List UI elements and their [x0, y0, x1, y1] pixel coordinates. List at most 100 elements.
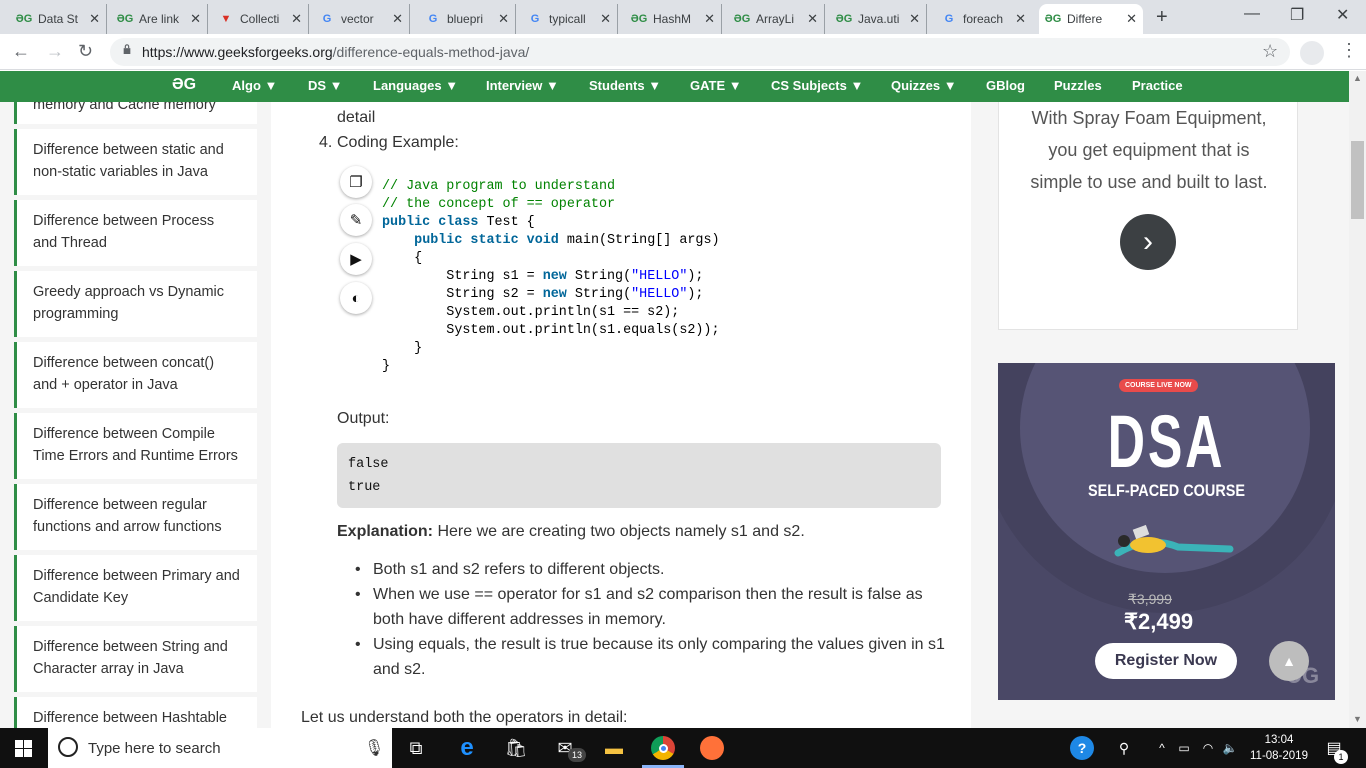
browser-tab[interactable]: ▼ Collecti ✕	[212, 4, 309, 34]
notification-badge: 1	[1334, 750, 1348, 764]
new-tab-button[interactable]: +	[1156, 6, 1168, 29]
sidebar-item[interactable]: Difference between static and non-static…	[14, 129, 257, 195]
close-icon[interactable]: ✕	[392, 11, 403, 27]
browser-tab[interactable]: Gtypicall ✕	[521, 4, 618, 34]
browser-tab[interactable]: ƏG ArrayLi ✕	[728, 4, 825, 34]
sidebar-item-label: Difference between regular functions and…	[33, 497, 222, 535]
browser-tab[interactable]: ƏG Java.uti ✕	[830, 4, 927, 34]
chevron-up-icon[interactable]: ^	[1150, 736, 1174, 760]
reload-icon[interactable]: ↻	[78, 41, 93, 62]
scroll-up-icon[interactable]: ▲	[1353, 73, 1362, 83]
browser-toolbar: ← → ↻ https://www.geeksforgeeks.org/diff…	[0, 34, 1366, 70]
tab-title: vector	[341, 12, 374, 26]
close-icon[interactable]: ✕	[909, 11, 920, 27]
browser-tab[interactable]: ƏG Are link ✕	[111, 4, 208, 34]
close-icon[interactable]: ✕	[704, 11, 715, 27]
wifi-icon[interactable]: ◠	[1196, 736, 1220, 760]
back-to-top-button[interactable]: ▲	[1269, 641, 1309, 681]
gfg-logo[interactable]: ƏG	[172, 76, 196, 94]
sidebar-item[interactable]: Difference between Hashtable	[14, 697, 257, 728]
browser-tab[interactable]: ƏG Data St ✕	[10, 4, 107, 34]
nav-item-gate[interactable]: GATE ▼	[690, 78, 742, 93]
edit-icon[interactable]: ✎	[340, 204, 372, 236]
taskbar-search[interactable]: Type here to search 🎙	[48, 728, 392, 768]
sidebar-item[interactable]: Difference between Primary and Candidate…	[14, 555, 257, 621]
theme-toggle-icon[interactable]: ◐	[340, 282, 372, 314]
explanation-list: Both s1 and s2 refers to different objec…	[337, 557, 947, 682]
code-text: // Java program to understand // the conc…	[382, 178, 720, 376]
microphone-icon[interactable]: 🎙	[364, 738, 384, 758]
copy-icon[interactable]: ❐	[340, 166, 372, 198]
scroll-thumb[interactable]	[1351, 141, 1364, 219]
nav-item-algo[interactable]: Algo ▼	[232, 78, 277, 93]
sidebar-item[interactable]: Difference between regular functions and…	[14, 484, 257, 550]
close-icon[interactable]: ✕	[1015, 11, 1026, 27]
close-icon[interactable]: ✕	[600, 11, 611, 27]
sidebar-item[interactable]: Difference between concat() and + operat…	[14, 342, 257, 408]
ad-text: With Spray Foam Equipment, you get equip…	[1030, 108, 1268, 192]
nav-item-quizzes[interactable]: Quizzes ▼	[891, 78, 957, 93]
browser-tab[interactable]: Gvector ✕	[313, 4, 410, 34]
close-icon[interactable]: ✕	[807, 11, 818, 27]
nav-item-ds[interactable]: DS ▼	[308, 78, 343, 93]
restore-icon[interactable]: ❐	[1290, 5, 1304, 25]
store-icon[interactable]: 🛍	[504, 736, 528, 760]
sidebar-item[interactable]: Difference between Process and Thread	[14, 200, 257, 266]
task-view-icon[interactable]: ⧉	[404, 736, 428, 760]
address-bar[interactable]: https://www.geeksforgeeks.org/difference…	[110, 38, 1290, 66]
nav-item-gblog[interactable]: GBlog	[986, 78, 1025, 93]
menu-icon[interactable]: ⋮	[1340, 40, 1358, 61]
people-icon[interactable]: ⚲	[1112, 736, 1136, 760]
profile-avatar[interactable]	[1300, 41, 1324, 65]
nav-item-cs-subjects[interactable]: CS Subjects ▼	[771, 78, 863, 93]
sidebar-item[interactable]: memory and Cache memory	[14, 102, 257, 124]
nav-item-practice[interactable]: Practice	[1132, 78, 1183, 93]
ad-subtitle: SELF-PACED COURSE	[1087, 481, 1246, 500]
windows-start-icon[interactable]	[15, 740, 32, 757]
help-icon[interactable]: ?	[1070, 736, 1094, 760]
browser-tab[interactable]: Gbluepri ✕	[419, 4, 516, 34]
output-label: Output:	[337, 410, 390, 427]
sidebar-item-label: Greedy approach vs Dynamic programming	[33, 284, 224, 322]
sidebar-item[interactable]: Difference between Compile Time Errors a…	[14, 413, 257, 479]
coding-example-heading: Coding Example:	[337, 134, 459, 151]
minimize-icon[interactable]: —	[1244, 5, 1260, 23]
close-icon[interactable]: ✕	[498, 11, 509, 27]
file-explorer-icon[interactable]: ▬	[602, 736, 626, 760]
browser-tab-active[interactable]: ƏG Differe ✕	[1039, 4, 1143, 34]
nav-item-puzzles[interactable]: Puzzles	[1054, 78, 1102, 93]
url-host: https://www.geeksforgeeks.org	[142, 44, 333, 60]
volume-icon[interactable]: 🔈	[1218, 736, 1242, 760]
run-icon[interactable]: ▶	[340, 243, 372, 275]
firefox-icon[interactable]	[700, 736, 724, 760]
output-block: false true	[337, 443, 941, 508]
edge-icon[interactable]: e	[455, 734, 479, 761]
chevron-right-icon[interactable]: ›	[1120, 214, 1176, 270]
page-scrollbar[interactable]: ▲ ▼	[1349, 71, 1366, 728]
close-icon[interactable]: ✕	[291, 11, 302, 27]
google-icon: G	[428, 13, 438, 25]
sidebar-item-label: memory and Cache memory	[33, 102, 216, 113]
sidebar-item[interactable]: Difference between String and Character …	[14, 626, 257, 692]
browser-tab[interactable]: ƏG HashM ✕	[625, 4, 722, 34]
forward-icon[interactable]: →	[46, 41, 64, 62]
chrome-icon[interactable]	[651, 736, 675, 760]
back-icon[interactable]: ←	[12, 41, 30, 62]
battery-icon[interactable]: ▭	[1172, 736, 1196, 760]
close-icon[interactable]: ✕	[190, 11, 201, 27]
bookmark-star-icon[interactable]: ☆	[1262, 41, 1278, 62]
browser-tab[interactable]: Gforeach ✕	[935, 4, 1032, 34]
nav-item-students[interactable]: Students ▼	[589, 78, 661, 93]
window-close-icon[interactable]: ✕	[1336, 5, 1349, 25]
related-sidebar: memory and Cache memory Difference betwe…	[0, 102, 270, 728]
spray-foam-ad[interactable]: With Spray Foam Equipment, you get equip…	[998, 102, 1298, 330]
nav-item-languages[interactable]: Languages ▼	[373, 78, 458, 93]
register-now-button[interactable]: Register Now	[1095, 643, 1237, 679]
nav-item-interview[interactable]: Interview ▼	[486, 78, 559, 93]
taskbar-clock[interactable]: 13:04 11-08-2019	[1250, 732, 1308, 764]
close-icon[interactable]: ✕	[1126, 11, 1137, 27]
sidebar-item[interactable]: Greedy approach vs Dynamic programming	[14, 271, 257, 337]
tab-title: Data St	[38, 12, 79, 26]
scroll-down-icon[interactable]: ▼	[1353, 714, 1362, 724]
close-icon[interactable]: ✕	[89, 11, 100, 27]
